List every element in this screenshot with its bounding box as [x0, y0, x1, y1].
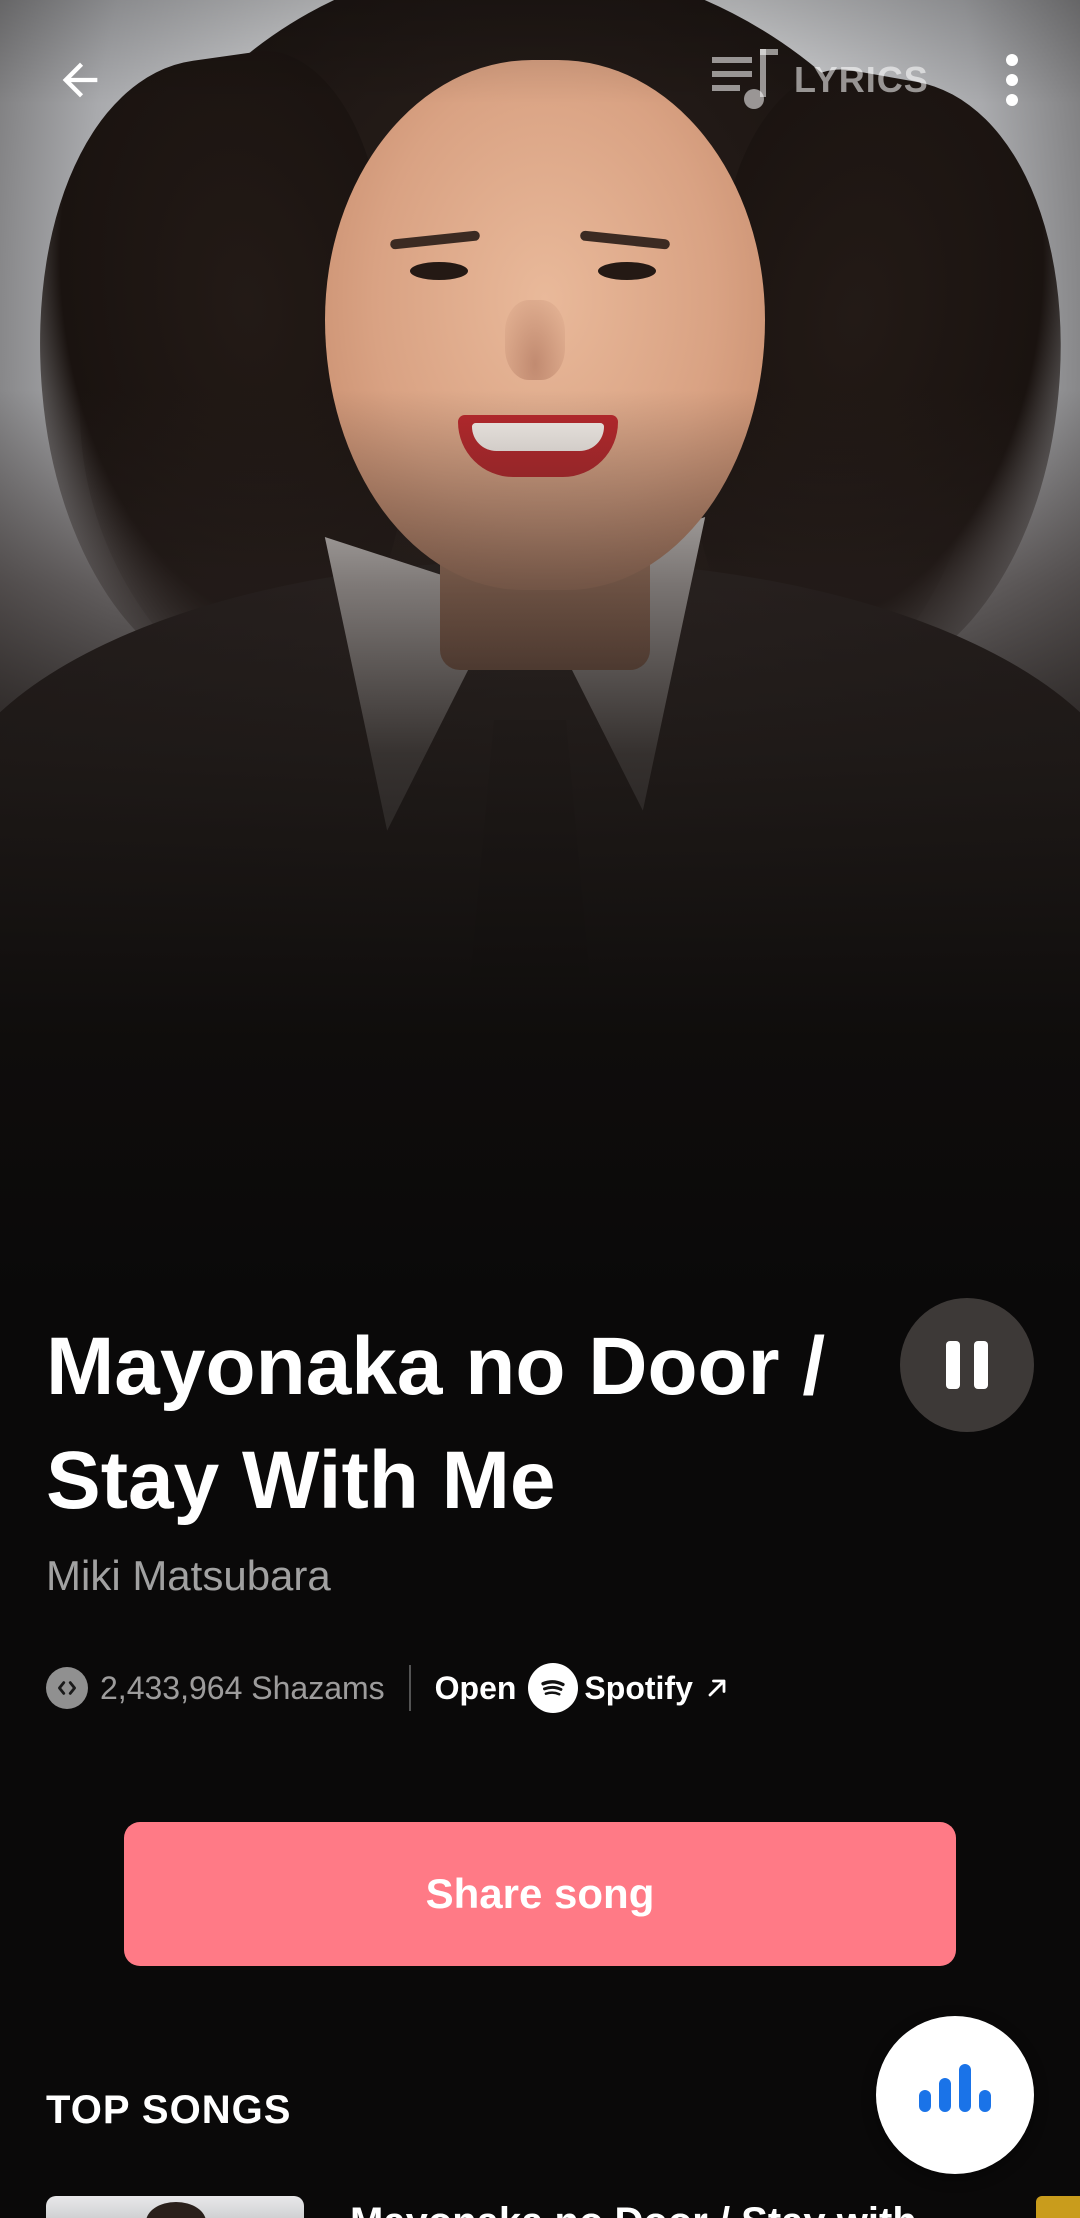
lyrics-label: LYRICS [794, 59, 929, 100]
more-vertical-icon-dot [1006, 94, 1018, 106]
listen-bar [939, 2078, 951, 2112]
lyrics-list-music-icon [712, 49, 778, 109]
open-in-spotify-link[interactable]: Open Spotify [435, 1663, 731, 1713]
top-song-thumbnail[interactable] [46, 2196, 304, 2218]
back-button[interactable] [40, 40, 120, 120]
provider-name: Spotify [584, 1669, 693, 1706]
arrow-left-icon [62, 62, 98, 98]
album-artwork [0, 0, 1080, 1300]
more-vertical-icon-dot [1006, 54, 1018, 66]
top-song-title[interactable]: Mayonaka no Door / Stay with [350, 2200, 1020, 2218]
top-songs-heading: TOP SONGS [46, 2088, 292, 2132]
shazam-count: 2,433,964 Shazams [46, 1667, 385, 1709]
open-label: Open [434, 1669, 517, 1706]
shazam-listen-bars-icon [919, 2064, 991, 2112]
listen-bar [919, 2090, 931, 2112]
shazam-logo-icon [46, 1667, 88, 1709]
song-meta-row: 2,433,964 Shazams Open Spotify [46, 1660, 731, 1716]
external-link-arrow-icon [708, 1679, 726, 1697]
meta-divider [408, 1665, 411, 1711]
shazam-count-text: 2,433,964 Shazams [100, 1669, 385, 1706]
pause-button[interactable] [900, 1298, 1034, 1432]
thumbnail-hair [146, 2202, 206, 2218]
share-song-button[interactable]: Share song [124, 1822, 956, 1966]
listen-bar [959, 2064, 971, 2112]
top-song-badge [1036, 2196, 1080, 2218]
pause-icon [946, 1341, 960, 1389]
artist-name[interactable]: Miki Matsubara [46, 1552, 331, 1600]
song-detail-screen: LYRICS Mayonaka no Door / Stay With Me M… [0, 0, 1080, 2218]
more-options-button[interactable] [980, 44, 1044, 116]
spotify-logo-icon [528, 1663, 579, 1713]
pause-icon [974, 1341, 988, 1389]
listen-bar [979, 2090, 991, 2112]
song-title: Mayonaka no Door / Stay With Me [46, 1321, 826, 1526]
lyrics-button[interactable]: LYRICS [712, 46, 932, 114]
artwork-gradient-overlay [0, 0, 1080, 1300]
shazam-listen-button[interactable] [876, 2016, 1034, 2174]
top-bar: LYRICS [0, 0, 1080, 160]
more-vertical-icon-dot [1006, 74, 1018, 86]
